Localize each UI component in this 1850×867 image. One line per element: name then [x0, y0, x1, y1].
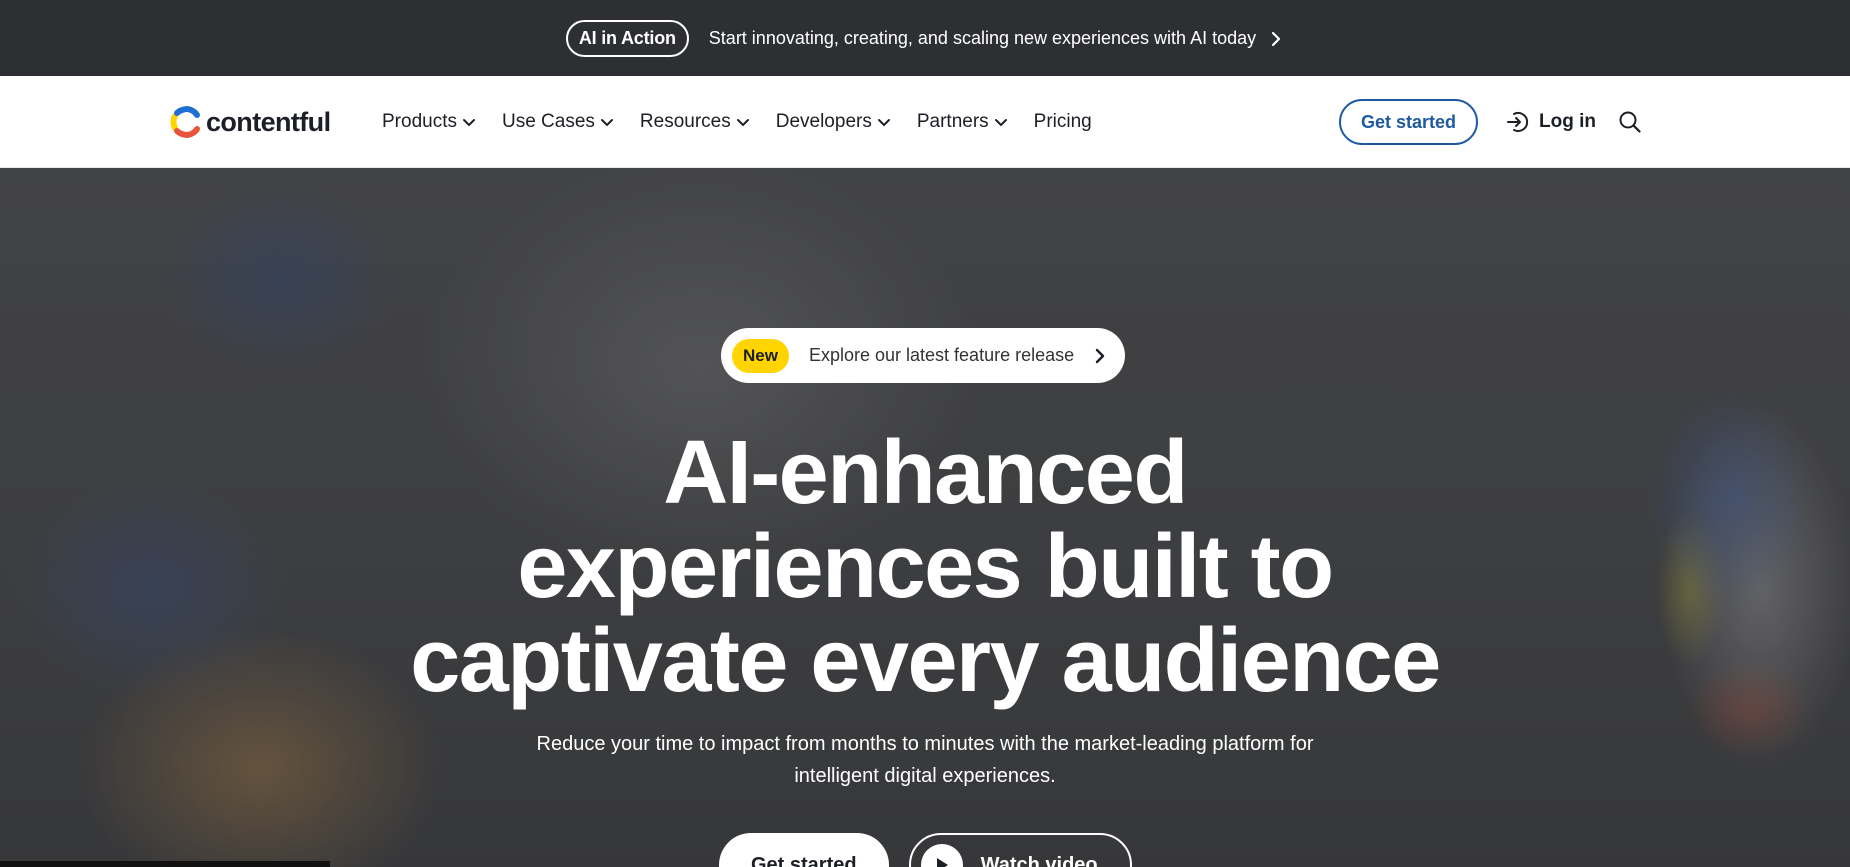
search-button[interactable]	[1618, 110, 1642, 134]
get-started-button[interactable]: Get started	[1338, 99, 1479, 145]
menu-item-label: Developers	[775, 111, 872, 132]
chevron-right-icon[interactable]	[1270, 31, 1284, 47]
login-label: Log in	[1539, 111, 1596, 132]
play-icon	[920, 844, 963, 867]
headline-line-2: experiences built to	[517, 517, 1334, 617]
hero-headline: AI-enhanced experiences built to captiva…	[325, 426, 1525, 708]
logo-wordmark: contentful	[206, 106, 331, 137]
chevron-down-icon	[736, 118, 749, 126]
headline-line-1: AI-enhanced	[663, 423, 1188, 523]
ai-in-action-pill[interactable]: AI in Action	[565, 19, 689, 57]
menu-item-label: Resources	[639, 111, 731, 132]
announcement-bar[interactable]: AI in Action Start innovating, creating,…	[0, 0, 1850, 76]
chevron-down-icon	[600, 118, 613, 126]
feature-release-link[interactable]: New Explore our latest feature release	[721, 328, 1125, 383]
watch-video-label: Watch video	[980, 853, 1098, 867]
hero-cta-row: Get started Watch video	[719, 833, 1132, 867]
hero-content: New Explore our latest feature release A…	[0, 168, 1850, 867]
menu-item-developers[interactable]: Developers	[776, 111, 891, 133]
menu-item-label: Products	[382, 111, 457, 132]
nav-actions: Get started Log in	[1338, 76, 1642, 168]
search-icon	[1619, 111, 1641, 133]
menu-item-pricing[interactable]: Pricing	[1034, 111, 1092, 133]
login-link[interactable]: Log in	[1504, 109, 1596, 135]
hero-section: New Explore our latest feature release A…	[0, 168, 1850, 867]
chevron-down-icon	[462, 118, 475, 126]
primary-menu: Products Use Cases Resources Developers …	[382, 76, 1118, 168]
headline-line-3: captivate every audience	[410, 611, 1441, 711]
hero-get-started-button[interactable]: Get started	[719, 833, 889, 867]
hero-subhead: Reduce your time to impact from months t…	[536, 733, 1314, 787]
menu-item-partners[interactable]: Partners	[917, 111, 1008, 133]
menu-item-label: Partners	[916, 111, 989, 132]
chevron-right-icon	[1094, 348, 1106, 364]
contentful-logo[interactable]: contentful	[169, 103, 331, 141]
menu-item-label: Use Cases	[501, 111, 595, 132]
chevron-down-icon	[994, 118, 1007, 126]
new-badge: New	[732, 338, 789, 373]
announcement-message[interactable]: Start innovating, creating, and scaling …	[709, 28, 1256, 49]
feature-release-text: Explore our latest feature release	[808, 345, 1075, 365]
main-nav: contentful Products Use Cases Resources …	[0, 76, 1850, 168]
menu-item-resources[interactable]: Resources	[640, 111, 750, 133]
contentful-logo-icon	[170, 105, 200, 139]
menu-item-use-cases[interactable]: Use Cases	[502, 111, 614, 133]
menu-item-products[interactable]: Products	[382, 111, 476, 133]
login-icon	[1507, 112, 1529, 132]
menu-item-label: Pricing	[1033, 111, 1092, 132]
bottom-overlay-strip	[0, 861, 330, 867]
chevron-down-icon	[877, 118, 890, 126]
watch-video-button[interactable]: Watch video	[908, 833, 1132, 867]
